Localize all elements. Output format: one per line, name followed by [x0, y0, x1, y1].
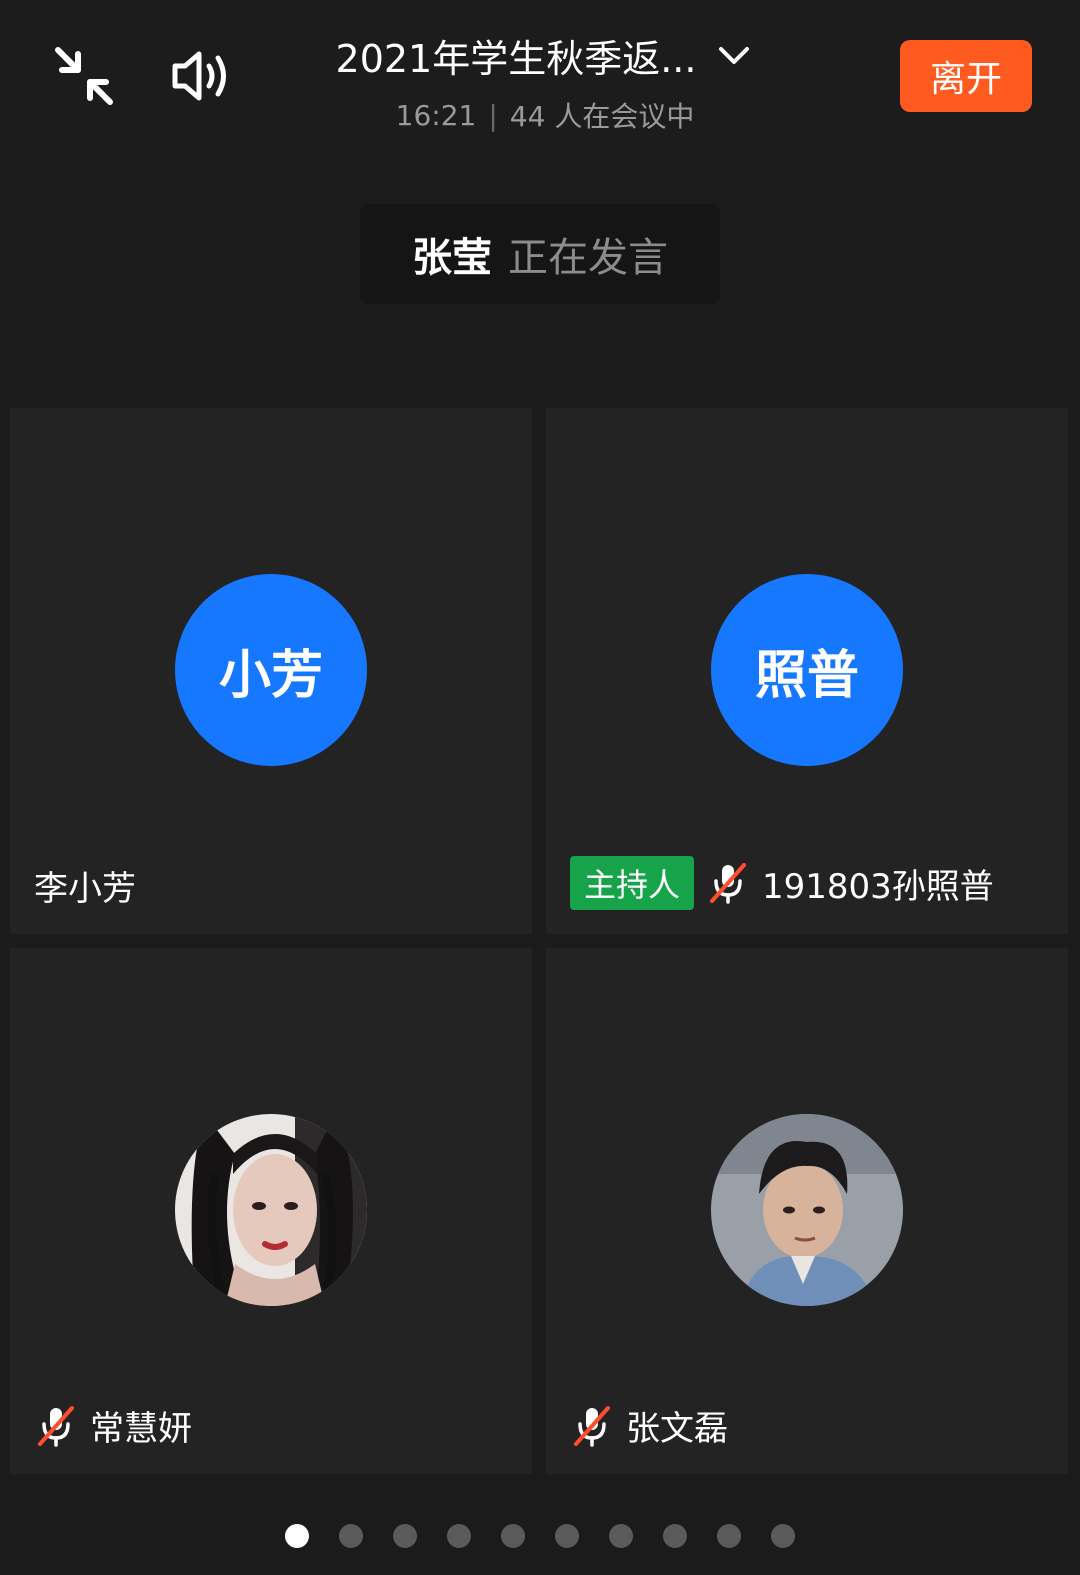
page-dot-2[interactable]	[339, 1524, 363, 1548]
meeting-title: 2021年学生秋季返...	[335, 37, 697, 81]
participant-tile[interactable]: 照普 主持人 191803孙照普	[546, 408, 1068, 934]
meeting-screen: 2021年学生秋季返... 16:21 | 44 人在会议中 离开 张莹 正在发…	[0, 0, 1080, 1575]
meeting-time: 16:21	[395, 98, 477, 132]
participant-name-row: 张文磊	[570, 1401, 728, 1450]
chevron-down-icon[interactable]	[714, 36, 754, 76]
top-bar: 2021年学生秋季返... 16:21 | 44 人在会议中 离开	[0, 0, 1080, 160]
participant-count: 44 人在会议中	[509, 100, 695, 133]
separator: |	[488, 98, 498, 132]
avatar-initials: 小芳	[218, 645, 323, 706]
participant-name-row: 主持人 191803孙照普	[570, 856, 994, 910]
page-dot-3[interactable]	[393, 1524, 417, 1548]
mic-muted-icon	[706, 861, 750, 905]
meeting-status-line: 16:21 | 44 人在会议中	[300, 95, 790, 135]
speaker-icon[interactable]	[166, 38, 242, 114]
page-dot-10[interactable]	[771, 1524, 795, 1548]
page-dot-5[interactable]	[501, 1524, 525, 1548]
participant-name: 张文磊	[626, 1409, 728, 1449]
active-speaker-name: 张莹	[412, 235, 492, 281]
speaking-status: 正在发言	[508, 235, 668, 281]
page-dot-6[interactable]	[555, 1524, 579, 1548]
page-dot-9[interactable]	[717, 1524, 741, 1548]
page-dot-4[interactable]	[447, 1524, 471, 1548]
participant-name: 李小芳	[34, 869, 136, 909]
mic-muted-icon	[570, 1404, 614, 1448]
speaking-indicator: 张莹 正在发言	[360, 204, 720, 304]
volume-icon	[172, 51, 226, 101]
participant-tile[interactable]: 小芳 李小芳	[10, 408, 532, 934]
page-dot-7[interactable]	[609, 1524, 633, 1548]
avatar: 照普	[711, 574, 903, 766]
participant-name: 常慧妍	[90, 1409, 192, 1449]
meeting-info[interactable]: 2021年学生秋季返... 16:21 | 44 人在会议中	[300, 28, 790, 135]
page-dot-1[interactable]	[285, 1524, 309, 1548]
host-badge: 主持人	[570, 856, 695, 910]
page-dot-8[interactable]	[663, 1524, 687, 1548]
participant-name-row: 李小芳	[34, 861, 136, 910]
collapse-arrows-icon	[55, 47, 113, 105]
avatar-photo	[711, 1114, 903, 1306]
avatar: 小芳	[175, 574, 367, 766]
participant-tile[interactable]: 张文磊	[546, 948, 1068, 1474]
leave-button[interactable]: 离开	[900, 40, 1032, 112]
avatar-photo	[175, 1114, 367, 1306]
page-indicator	[0, 1524, 1080, 1548]
avatar-initials: 照普	[754, 645, 859, 706]
minimize-window-icon[interactable]	[48, 40, 120, 112]
mic-muted-icon	[34, 1404, 78, 1448]
participant-tile[interactable]: 常慧妍	[10, 948, 532, 1474]
participant-name-row: 常慧妍	[34, 1401, 192, 1450]
participant-name: 191803孙照普	[762, 866, 994, 907]
